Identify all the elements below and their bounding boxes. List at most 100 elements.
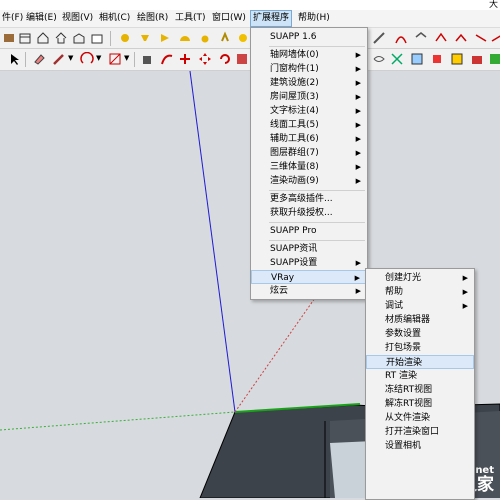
sphere-icon[interactable] — [118, 31, 132, 45]
title-strip: 大 — [0, 0, 500, 10]
vray-material-editor[interactable]: 材质编辑器 — [366, 313, 474, 327]
folder-icon[interactable] — [90, 31, 104, 45]
vray-open-frame-buffer[interactable]: 打开渲染窗口 — [366, 425, 474, 439]
vray-start-render[interactable]: 开始渲染 — [366, 355, 474, 369]
submenu-arrow-icon: ▶ — [355, 163, 361, 171]
extension-icon[interactable] — [488, 52, 500, 66]
ext-suapp-news[interactable]: SUAPP资讯 — [251, 242, 367, 256]
spot-light-icon[interactable] — [158, 31, 172, 45]
vray-freeze-rt[interactable]: 冻结RT视图 — [366, 383, 474, 397]
ext-more-plugins[interactable]: 更多高级插件... — [251, 192, 367, 206]
submenu-arrow-icon: ▶ — [354, 274, 360, 282]
ext-text-dimension[interactable]: 文字标注(4) ▶ — [251, 104, 367, 118]
ruler-tool-icon[interactable] — [490, 31, 500, 45]
ext-3d-massing[interactable]: 三维体量(8) ▶ — [251, 160, 367, 174]
arc-tool-icon[interactable] — [394, 31, 408, 45]
menu-tools[interactable]: 工具(T) — [173, 10, 208, 27]
vray-options[interactable]: 参数设置 — [366, 327, 474, 341]
menu-window[interactable]: 窗口(W) — [210, 10, 248, 27]
menu-view[interactable]: 视图(V) — [60, 10, 95, 27]
menu-file[interactable]: 件(F) — [0, 10, 25, 27]
scale-icon[interactable] — [235, 52, 249, 66]
submenu-arrow-icon: ▶ — [355, 287, 361, 295]
ext-suapp-pro[interactable]: SUAPP Pro — [251, 224, 367, 238]
follow-me-icon[interactable] — [160, 52, 174, 66]
slope-tool-icon[interactable] — [474, 31, 488, 45]
extensions-menu: SUAPP 1.6 轴网墙体(0) ▶ 门窗构件(1) ▶ 建筑设施(2) ▶ 房间屋… — [250, 27, 368, 300]
submenu-arrow-icon: ▶ — [355, 259, 361, 267]
submenu-arrow-icon: ▶ — [355, 51, 361, 59]
submenu-arrow-icon: ▶ — [355, 135, 361, 143]
move-icon[interactable] — [198, 52, 212, 66]
submenu-arrow-icon: ▶ — [355, 93, 361, 101]
ext-room-roof[interactable]: 房间屋顶(3) ▶ — [251, 90, 367, 104]
ext-building-facility[interactable]: 建筑设施(2) ▶ — [251, 76, 367, 90]
ext-suapp-version[interactable]: SUAPP 1.6 — [251, 30, 367, 44]
submenu-arrow-icon: ▶ — [355, 121, 361, 129]
section-icon[interactable] — [390, 52, 404, 66]
home-icon[interactable] — [54, 31, 68, 45]
vray-help[interactable]: 帮助 ▶ — [366, 285, 474, 299]
ext-render-animation[interactable]: 渲染动画(9) ▶ — [251, 174, 367, 188]
blue-axis — [189, 71, 236, 413]
menubar: 件(F) 编辑(E) 视图(V) 相机(C) 绘图(R) 工具(T) 窗口(W)… — [0, 10, 500, 28]
select-arrow-icon[interactable] — [7, 52, 21, 66]
tape-icon[interactable] — [2, 31, 16, 45]
offset-icon[interactable] — [178, 52, 192, 66]
vray-submenu: 创建灯光 ▶ 帮助 ▶ 调试 ▶ 材质编辑器 参数设置 打包场景 开始渲染 RT 渲染… — [365, 268, 475, 500]
component-icon[interactable] — [450, 52, 464, 66]
fold-tool-icon[interactable] — [434, 31, 448, 45]
menu-draw[interactable]: 绘图(R) — [135, 10, 170, 27]
rectangle-icon[interactable] — [108, 52, 122, 66]
pencil-dropdown-icon[interactable]: ▼ — [68, 54, 73, 62]
ext-line-face-tools[interactable]: 线面工具(5) ▶ — [251, 118, 367, 132]
submenu-arrow-icon: ▶ — [355, 107, 361, 115]
ext-get-license[interactable]: 获取升级授权... — [251, 206, 367, 220]
arc-icon[interactable] — [80, 52, 94, 66]
eye-icon[interactable] — [372, 52, 386, 66]
ext-layer-group[interactable]: 图层群组(7) ▶ — [251, 146, 367, 160]
arc-dropdown-icon[interactable]: ▼ — [96, 54, 101, 62]
submenu-arrow-icon: ▶ — [355, 79, 361, 87]
warehouse-icon[interactable] — [470, 52, 484, 66]
green-axis-dashed — [0, 411, 236, 431]
vray-debug[interactable]: 调试 ▶ — [366, 299, 474, 313]
edge-tool-icon[interactable] — [414, 31, 428, 45]
menu-edit[interactable]: 编辑(E) — [24, 10, 59, 27]
vray-pack-scene[interactable]: 打包场景 — [366, 341, 474, 355]
submenu-arrow-icon: ▶ — [462, 274, 468, 282]
box-icon[interactable] — [18, 31, 32, 45]
ext-axis-wall[interactable]: 轴网墙体(0) ▶ — [251, 48, 367, 62]
ext-suapp-settings[interactable]: SUAPP设置 ▶ — [251, 256, 367, 270]
vray-render-from-file[interactable]: 从文件渲染 — [366, 411, 474, 425]
knife-icon[interactable] — [372, 31, 386, 45]
menu-extensions[interactable]: 扩展程序 — [250, 10, 293, 27]
shed-icon[interactable] — [72, 31, 86, 45]
menu-help[interactable]: 帮助(H) — [296, 10, 332, 27]
vray-create-light[interactable]: 创建灯光 ▶ — [366, 271, 474, 285]
ext-vray[interactable]: VRay ▶ — [251, 270, 367, 284]
style-icon[interactable] — [410, 52, 424, 66]
eraser-icon[interactable] — [32, 52, 46, 66]
dome-light-icon[interactable] — [178, 31, 192, 45]
ies-light-icon[interactable] — [218, 31, 232, 45]
vray-rt-render[interactable]: RT 渲染 — [366, 369, 474, 383]
omni-light-icon[interactable] — [198, 31, 212, 45]
paint-icon[interactable] — [430, 52, 444, 66]
vray-unfreeze-rt[interactable]: 解冻RT视图 — [366, 397, 474, 411]
menu-camera[interactable]: 相机(C) — [97, 10, 132, 27]
rectangle-dropdown-icon[interactable]: ▼ — [124, 54, 129, 62]
roof-tool-icon[interactable] — [454, 31, 468, 45]
rotate-icon[interactable] — [218, 52, 232, 66]
ext-door-window[interactable]: 门窗构件(1) ▶ — [251, 62, 367, 76]
ext-helper-tools[interactable]: 辅助工具(6) ▶ — [251, 132, 367, 146]
vray-set-camera[interactable]: 设置相机 — [366, 439, 474, 453]
push-pull-icon[interactable] — [140, 52, 154, 66]
house-icon[interactable] — [36, 31, 50, 45]
submenu-arrow-icon: ▶ — [462, 302, 468, 310]
lamp-icon[interactable] — [138, 31, 152, 45]
submenu-arrow-icon: ▶ — [355, 177, 361, 185]
mesh-light-icon[interactable] — [236, 31, 250, 45]
pencil-icon[interactable] — [52, 52, 66, 66]
ext-xuanyun[interactable]: 炫云 ▶ — [251, 284, 367, 298]
